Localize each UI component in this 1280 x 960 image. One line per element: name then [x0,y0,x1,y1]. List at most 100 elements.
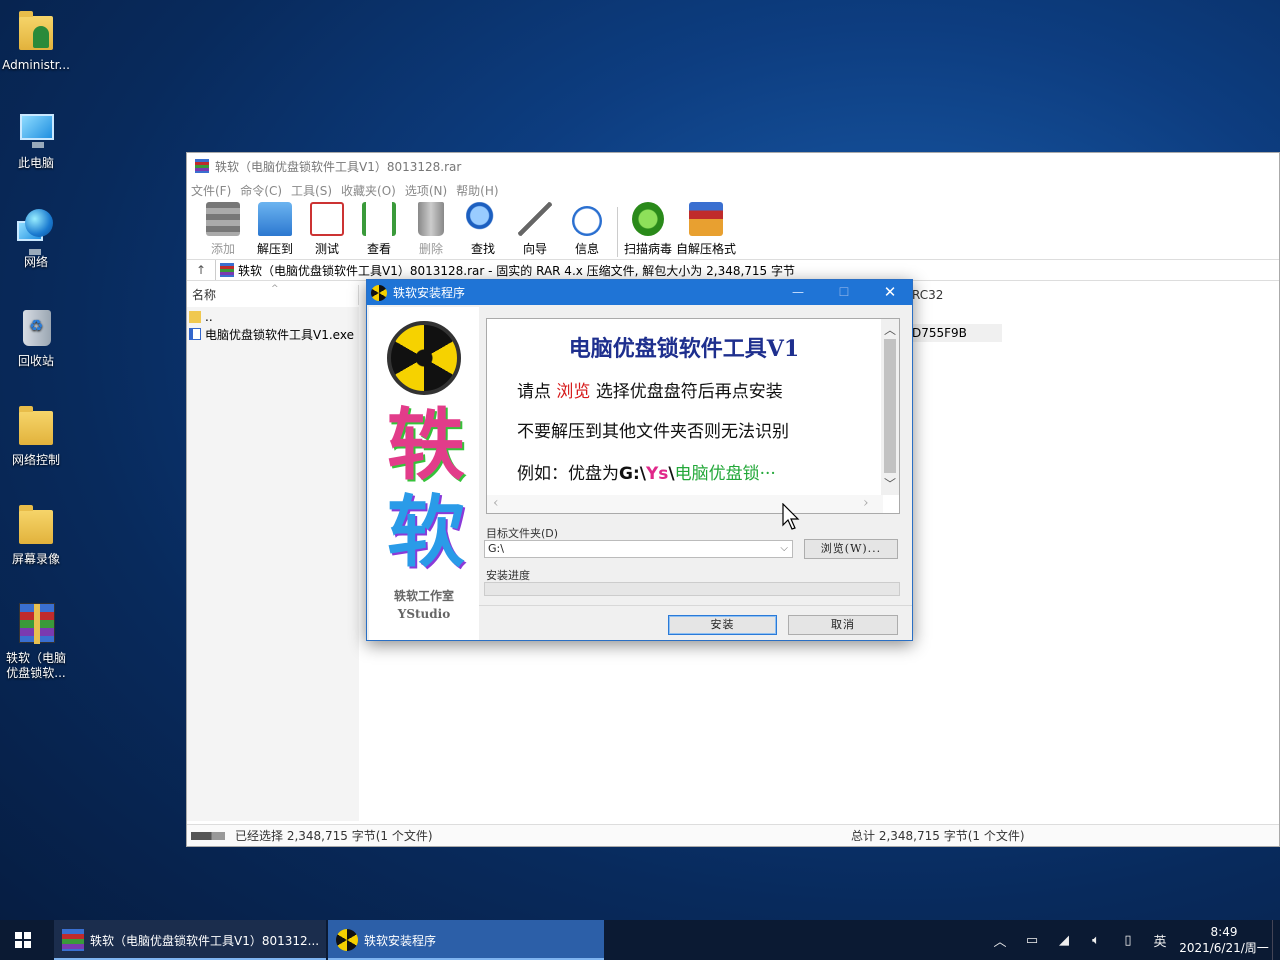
install-button[interactable]: 安装 [668,615,777,635]
vertical-scrollbar[interactable]: ︿ ﹀ [881,319,899,495]
installer-brand-panel: 轶 软 轶软工作室 YStudio [369,307,479,640]
find-button[interactable]: 查找 [457,202,509,257]
minimize-button[interactable]: — [775,280,821,305]
start-button[interactable] [0,920,46,960]
delete-button[interactable]: 删除 [405,202,457,257]
scroll-down-icon[interactable]: ﹀ [881,475,899,492]
scroll-right-icon[interactable]: › [863,495,869,511]
volume-icon[interactable]: 🔈︎ [1080,933,1112,948]
address-text: 轶软（电脑优盘锁软件工具V1）8013128.rar - 固实的 RAR 4.x… [238,263,796,278]
archive-icon [220,263,234,277]
file-row-parent[interactable]: .. [189,308,213,326]
install-info-panel: 电脑优盘锁软件工具V1 请点 浏览 选择优盘盘符后再点安装 不要解压到其他文件夹… [486,318,900,514]
info-icon [572,206,602,236]
menu-help[interactable]: 帮助(H) [456,182,498,199]
winrar-title-bar[interactable]: 轶软（电脑优盘锁软件工具V1）8013128.rar [187,153,1279,179]
add-archive-icon [206,202,240,236]
menu-commands[interactable]: 命令(C) [240,182,282,199]
horizontal-scrollbar[interactable]: ‹ › [487,495,883,513]
file-row[interactable]: 电脑优盘锁软件工具V1.exe [189,325,354,343]
desktop-icon-recycle-bin[interactable]: 回收站 [0,306,72,369]
winrar-menu-bar: 文件(F) 命令(C) 工具(S) 收藏夹(O) 选项(N) 帮助(H) [187,179,1279,201]
view-button[interactable]: 查看 [353,202,405,257]
status-total: 总计 2,348,715 字节(1 个文件) [851,829,1025,843]
recycle-bin-icon [23,310,51,346]
toolbar-separator [617,207,618,257]
up-arrow-icon[interactable]: ↑ [187,263,215,277]
test-label: 测试 [314,242,339,256]
clock-time: 8:49 [1210,925,1238,939]
radiation-icon [371,284,387,301]
chevron-up-icon[interactable]: ︿ [984,931,1016,950]
cancel-button[interactable]: 取消 [788,615,898,635]
network-status-icon[interactable]: ◢ [1048,933,1080,948]
installer-title-bar[interactable]: 轶软安装程序 — ☐ ✕ [367,280,912,305]
taskbar-winrar[interactable]: 轶软（电脑优盘锁软件工具V1）801312... [54,920,326,960]
column-header-crc[interactable]: RC32 [912,285,943,305]
view-book-icon [362,202,396,236]
virus-label: 扫描病毒 [623,242,672,256]
desktop-icon-screen-recording[interactable]: 屏幕录像 [0,504,72,567]
maximize-button[interactable]: ☐ [821,280,867,305]
close-button[interactable]: ✕ [867,280,913,305]
extract-to-button[interactable]: 解压到 [249,202,301,257]
add-button[interactable]: 添加 [197,202,249,257]
extract-label: 解压到 [256,242,293,256]
view-label: 查看 [366,242,391,256]
target-folder-combo[interactable]: G:\ ⌵ [484,540,793,558]
desktop-icon-administrator[interactable]: Administr... [0,10,72,73]
desktop-icon-rar-archive[interactable]: 轶软（电脑优盘锁软... [0,603,72,681]
sfx-button[interactable]: 自解压格式 [674,202,738,257]
battery-icon[interactable]: ▭ [1016,933,1048,948]
test-button[interactable]: 测试 [301,202,353,257]
ime-indicator[interactable]: 英 [1144,931,1176,950]
installer-dialog: 轶软安装程序 — ☐ ✕ 轶 软 轶软工作室 YStudio 电脑优盘锁软件工具… [366,279,913,641]
extract-folder-icon [258,202,292,236]
clock[interactable]: 8:49 2021/6/21/周一 [1176,924,1272,956]
dialog-separator [479,605,912,606]
clock-date: 2021/6/21/周一 [1179,941,1269,955]
desktop-icon-label: 网络控制 [11,453,60,467]
install-progress-label: 安装进度 [486,569,530,582]
status-bar: 已经选择 2,348,715 字节(1 个文件) 总计 2,348,715 字节… [187,824,1279,846]
desktop-icon-label: Administr... [2,58,70,72]
scan-virus-button[interactable]: 扫描病毒 [622,202,674,257]
winrar-toolbar: 添加 解压到 测试 查看 删除 查找 向导 信息 扫描病毒 自解压格式 [187,201,1279,259]
magnifier-icon [466,202,500,236]
winrar-app-icon [195,159,209,173]
usb-icon[interactable]: ▯ [1112,933,1144,948]
column-header-name[interactable]: 名称 ^ [187,284,359,305]
address-field[interactable]: 轶软（电脑优盘锁软件工具V1）8013128.rar - 固实的 RAR 4.x… [215,260,1279,280]
install-progress-bar [484,582,900,596]
show-desktop-button[interactable] [1272,920,1280,960]
menu-file[interactable]: 文件(F) [191,182,231,199]
winrar-title: 轶软（电脑优盘锁软件工具V1）8013128.rar [215,159,462,174]
info-label: 信息 [574,242,599,256]
rar-archive-icon [19,603,55,644]
sfx-label: 自解压格式 [675,242,736,256]
desktop-icon-label: 回收站 [17,354,54,368]
desktop-icon-network[interactable]: 网络 [0,207,72,270]
desktop-icon-label: 此电脑 [17,156,54,170]
taskbar-installer[interactable]: 轶软安装程序 [328,920,604,960]
desktop-icon-this-pc[interactable]: 此电脑 [0,108,72,171]
desktop-icon-network-control[interactable]: 网络控制 [0,405,72,468]
info-button[interactable]: 信息 [561,202,613,257]
menu-tools[interactable]: 工具(S) [291,182,332,199]
menu-options[interactable]: 选项(N) [405,182,447,199]
scroll-thumb[interactable] [884,339,896,473]
instruction-line-2: 不要解压到其他文件夹否则无法识别 [517,422,789,442]
folder-icon [19,505,53,544]
chevron-down-icon: ⌵ [780,543,788,554]
wizard-wand-icon [518,202,552,236]
installer-title: 轶软安装程序 [393,286,466,300]
wizard-button[interactable]: 向导 [509,202,561,257]
windows-logo-icon [15,932,31,948]
menu-favorites[interactable]: 收藏夹(O) [341,182,396,199]
browse-button[interactable]: 浏览(W)... [804,539,898,559]
system-tray: ︿ ▭ ◢ 🔈︎ ▯ 英 8:49 2021/6/21/周一 [984,920,1280,960]
scroll-up-icon[interactable]: ︿ [881,321,899,338]
scroll-left-icon[interactable]: ‹ [493,495,499,511]
desktop-icon-label: 网络 [23,255,48,269]
folder-up-icon [189,311,201,323]
